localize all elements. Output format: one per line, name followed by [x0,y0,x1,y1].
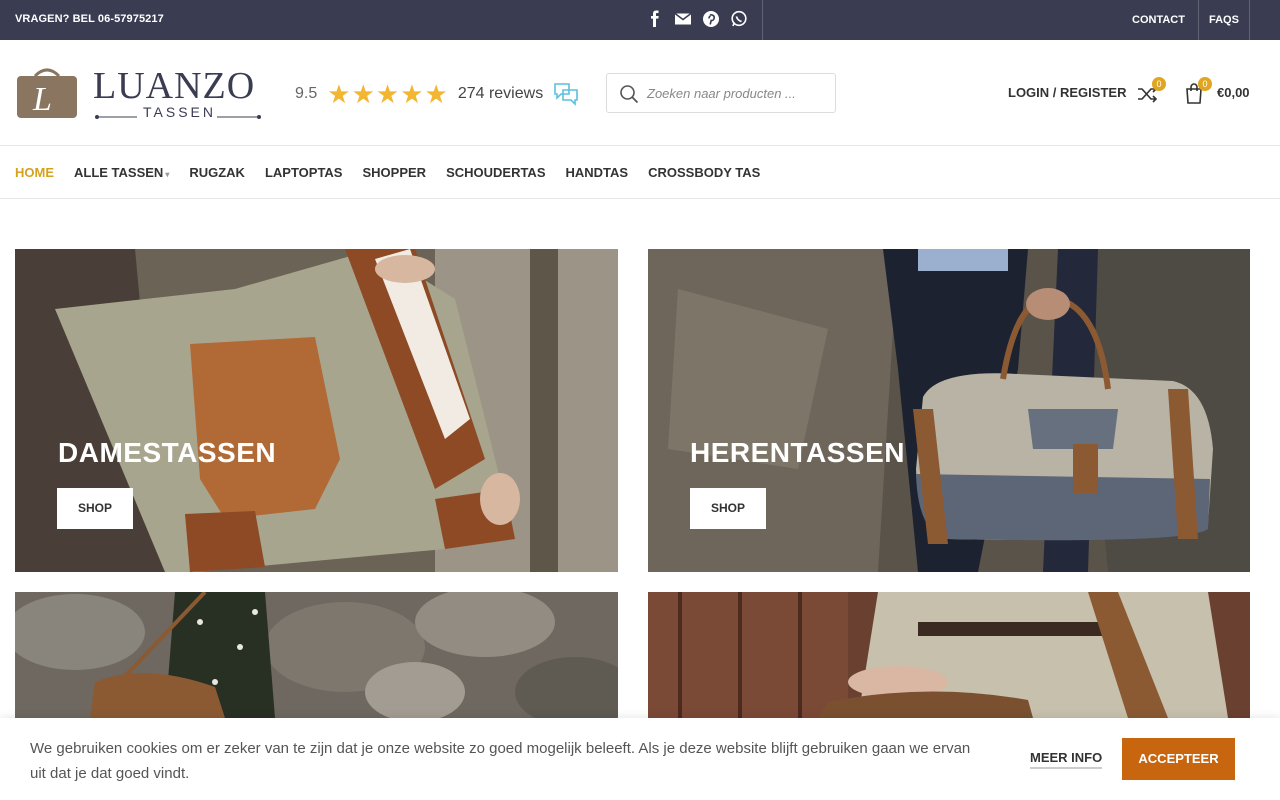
nav-item-home[interactable]: HOME [15,165,54,180]
rating-stars: ★ ★ ★ ★ ★ [327,79,448,109]
star-icon: ★ [400,79,424,109]
cookie-message: We gebruiken cookies om er zeker van te … [30,740,971,782]
star-icon: ★ [375,79,400,109]
search-input[interactable]: Zoeken naar producten ... [606,73,836,113]
top-bar: VRAGEN? BEL 06-57975217 CONTACT FAQS [0,0,1280,40]
nav-item-label: ALLE TASSEN [74,165,164,180]
facebook-icon[interactable] [646,10,664,28]
bag-logo-icon: L [17,68,77,118]
social-links [646,10,748,28]
email-icon[interactable] [674,10,692,28]
svg-text:L: L [32,81,52,118]
logo-text: LUANZO [93,65,256,107]
category-image [648,592,1250,718]
category-tile-damestassen[interactable]: DAMESTASSEN SHOP [15,249,618,572]
chevron-down-icon: ▾ [165,170,170,179]
nav-item-alle-tassen[interactable]: ALLE TASSEN ▾ [74,165,169,180]
chat-bubbles-icon [554,83,578,106]
category-tile-herentassen[interactable]: HERENTASSEN SHOP [648,249,1250,572]
compare-count-badge: 0 [1152,77,1166,91]
rating-score: 9.5 [295,85,318,102]
nav-item-shopper[interactable]: SHOPPER [362,165,426,180]
logo[interactable]: L LUANZO TASSEN [15,64,270,124]
nav-item-rugzak[interactable]: RUGZAK [189,165,245,180]
shop-button[interactable]: SHOP [690,488,766,529]
nav-item-laptoptas[interactable]: LAPTOPTAS [265,165,343,180]
divider [762,0,763,40]
review-rating[interactable]: 9.5 ★ ★ ★ ★ ★ 274 reviews [295,79,579,109]
nav-item-crossbody-tas[interactable]: CROSSBODY TAS [648,165,760,180]
cart-total[interactable]: €0,00 [1217,85,1250,100]
category-tile-4[interactable] [648,592,1250,718]
star-icon: ★ [351,79,375,109]
cart-count-badge: 0 [1198,77,1212,91]
category-image [15,592,618,718]
tile-title: DAMESTASSEN [58,437,277,468]
cart-button[interactable]: 0 [1184,77,1212,109]
faqs-link[interactable]: FAQS [1209,14,1239,26]
divider [1249,0,1250,40]
contact-link[interactable]: CONTACT [1132,14,1185,26]
phone-number[interactable]: VRAGEN? BEL 06-57975217 [15,13,164,25]
tile-title: HERENTASSEN [690,437,906,468]
cookie-notice: We gebruiken cookies om er zeker van te … [0,718,1280,800]
compare-button[interactable]: 0 [1137,77,1166,109]
whatsapp-icon[interactable] [730,10,748,28]
pinterest-icon[interactable] [702,10,720,28]
more-info-link[interactable]: MEER INFO [1030,750,1103,769]
site-header: L LUANZO TASSEN 9.5 ★ ★ ★ ★ ★ 274 review… [0,40,1280,146]
star-icon: ★ [424,79,448,109]
review-count: 274 reviews [457,85,544,102]
star-icon: ★ [327,79,351,109]
logo-subtext: TASSEN [143,104,216,120]
nav-item-schoudertas[interactable]: SCHOUDERTAS [446,165,545,180]
category-tile-3[interactable] [15,592,618,718]
divider [1198,0,1199,40]
main-navigation: HOME ALLE TASSEN ▾ RUGZAK LAPTOPTAS SHOPP… [0,146,1280,199]
login-register-link[interactable]: LOGIN / REGISTER [1008,85,1126,100]
accept-cookies-button[interactable]: ACCEPTEER [1122,738,1235,780]
nav-item-handtas[interactable]: HANDTAS [566,165,629,180]
shop-button[interactable]: SHOP [57,488,133,529]
search-placeholder: Zoeken naar producten ... [647,86,796,101]
search-icon [620,85,639,104]
